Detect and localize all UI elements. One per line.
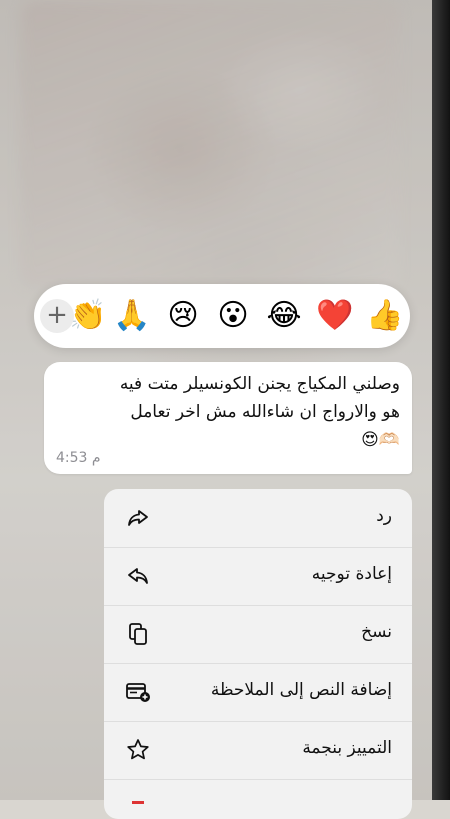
message-timestamp: 4:53 م bbox=[56, 450, 101, 466]
clapping-reaction[interactable]: 👏 bbox=[68, 296, 108, 336]
message-line: وصلني المكياج يجنن الكونسيلر متت فيه bbox=[119, 374, 400, 394]
menu-item-star[interactable]: التمييز بنجمة bbox=[104, 721, 412, 780]
delete-icon bbox=[124, 794, 152, 819]
star-icon bbox=[124, 736, 152, 764]
menu-item-forward[interactable]: إعادة توجيه bbox=[104, 547, 412, 606]
menu-item-add-to-note[interactable]: إضافة النص إلى الملاحظة bbox=[104, 663, 412, 722]
menu-item-copy[interactable]: نسخ bbox=[104, 605, 412, 664]
message-bubble[interactable]: وصلني المكياج يجنن الكونسيلر متت فيه هو … bbox=[44, 362, 412, 474]
menu-item-label: إعادة توجيه bbox=[311, 564, 392, 584]
heart-reaction[interactable]: ❤️ bbox=[315, 296, 355, 336]
praying-hands-reaction[interactable]: 🙏 bbox=[112, 296, 152, 336]
menu-item-label: التمييز بنجمة bbox=[302, 738, 392, 758]
message-emoji-line: 🫶🏻😍 bbox=[361, 430, 400, 450]
menu-item-reply[interactable]: رد bbox=[104, 489, 412, 548]
menu-item-label: نسخ bbox=[361, 622, 392, 642]
menu-item-label: رد bbox=[376, 506, 392, 526]
message-text: وصلني المكياج يجنن الكونسيلر متت فيه هو … bbox=[52, 370, 400, 454]
laughing-reaction[interactable]: 😂 bbox=[264, 296, 304, 336]
surprised-reaction[interactable]: 😮 bbox=[213, 296, 253, 336]
menu-item-partial[interactable] bbox=[104, 779, 412, 819]
screen-edge bbox=[432, 0, 450, 800]
message-line: هو والارواج ان شاءالله مش اخر تعامل bbox=[130, 402, 400, 422]
crying-reaction[interactable]: 😢 bbox=[163, 296, 203, 336]
reaction-bar: 👍 ❤️ 😂 😮 😢 🙏 👏 + bbox=[34, 284, 410, 348]
thumbs-up-reaction[interactable]: 👍 bbox=[365, 296, 405, 336]
context-menu: رد إعادة توجيه نسخ إضافة النص إلى الملاح… bbox=[104, 489, 412, 819]
more-reactions-button[interactable]: + bbox=[40, 299, 74, 333]
menu-item-label: إضافة النص إلى الملاحظة bbox=[210, 680, 392, 700]
add-note-icon bbox=[124, 678, 152, 706]
reply-icon bbox=[124, 504, 152, 532]
copy-icon bbox=[124, 620, 152, 648]
forward-icon bbox=[124, 562, 152, 590]
